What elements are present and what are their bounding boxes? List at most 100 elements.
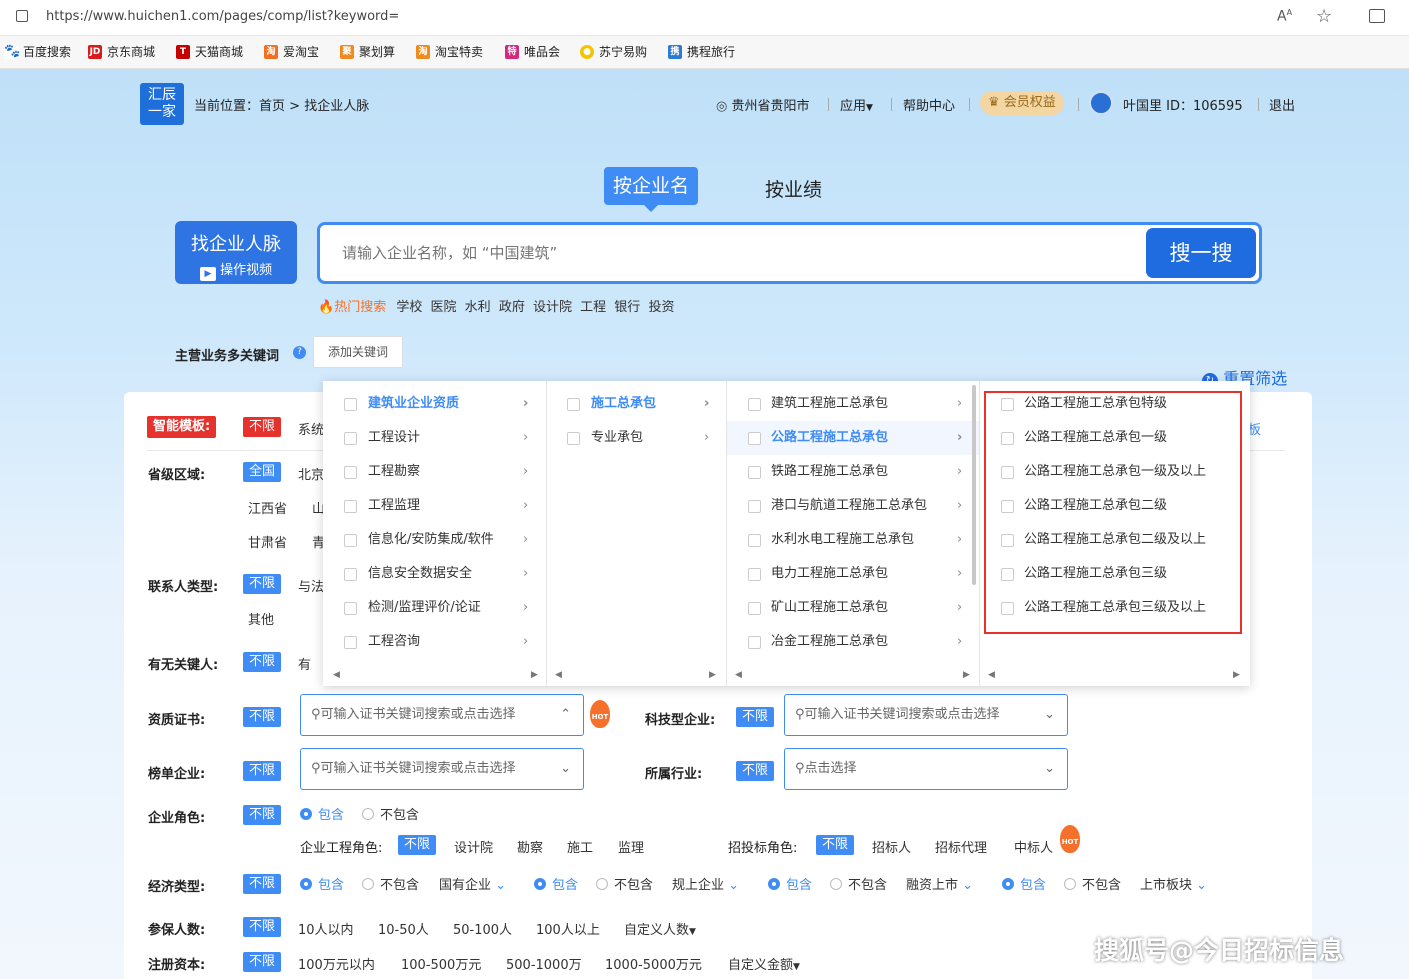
cascade-item[interactable]: 工程咨询 ›: [323, 625, 546, 659]
bid-role-option[interactable]: 招标人: [872, 837, 911, 856]
template-unlimited[interactable]: 不限: [243, 417, 282, 437]
vip-benefits-button[interactable]: ♛ 会员权益: [980, 91, 1064, 115]
cascade-item[interactable]: 信息安全数据安全 ›: [323, 557, 546, 591]
econ-unlimited[interactable]: 不限: [243, 874, 282, 894]
contact-type-unlimited[interactable]: 不限: [243, 574, 282, 594]
tutorial-video-link[interactable]: ▶ 操作视频: [175, 259, 297, 281]
insured-option[interactable]: 10人以内: [298, 919, 354, 938]
scroll-right-icon[interactable]: ▶: [1233, 670, 1240, 680]
bookmark-jd[interactable]: JD 京东商城: [88, 43, 155, 60]
key-person-unlimited[interactable]: 不限: [243, 652, 282, 672]
hot-search-item[interactable]: 水利: [465, 300, 491, 315]
cascade-item[interactable]: 矿山工程施工总承包 ›: [727, 591, 979, 625]
insured-option[interactable]: 10-50人: [378, 919, 429, 938]
bookmark-juhuasuan[interactable]: 聚聚划算: [340, 43, 395, 60]
bookmark-taobao-sale[interactable]: 淘淘宝特卖: [416, 43, 483, 60]
econ-include-radio[interactable]: 包含: [534, 874, 578, 893]
econ-select[interactable]: 融资上市 ⌄: [906, 874, 973, 893]
hot-search-item[interactable]: 政府: [499, 300, 525, 315]
scroll-right-icon[interactable]: ▶: [963, 670, 970, 680]
cascade-item[interactable]: 电力工程施工总承包 ›: [727, 557, 979, 591]
cascade-item[interactable]: 公路工程施工总承包 ›: [727, 421, 979, 455]
cascade-item[interactable]: 专业承包 ›: [547, 421, 726, 455]
bid-role-option[interactable]: 中标人: [1014, 837, 1053, 856]
econ-select[interactable]: 规上企业 ⌄: [672, 874, 739, 893]
breadcrumb-home[interactable]: 首页: [259, 99, 285, 114]
rank-select[interactable]: ⚲可输入证书关键词搜索或点击选择 ⌄: [300, 748, 584, 790]
template-system[interactable]: 系统: [298, 419, 324, 438]
econ-exclude-radio[interactable]: 不包含: [1064, 874, 1121, 893]
search-button[interactable]: 搜一搜: [1146, 228, 1256, 278]
cascade-item[interactable]: 工程监理 ›: [323, 489, 546, 523]
capital-option[interactable]: 1000-5000万元: [605, 954, 702, 973]
key-person-has[interactable]: 有: [298, 654, 311, 673]
econ-include-radio[interactable]: 包含: [768, 874, 812, 893]
bid-role-option[interactable]: 招标代理: [935, 837, 987, 856]
hot-search-item[interactable]: 银行: [614, 300, 640, 315]
tech-select[interactable]: ⚲可输入证书关键词搜索或点击选择 ⌄: [784, 694, 1068, 736]
tab-by-company-name[interactable]: 按企业名: [604, 167, 698, 205]
avatar[interactable]: [1089, 91, 1113, 115]
eng-role-option[interactable]: 设计院: [454, 837, 493, 856]
insured-option[interactable]: 50-100人: [453, 919, 512, 938]
province-all[interactable]: 全国: [243, 462, 282, 482]
econ-select[interactable]: 上市板块 ⌄: [1140, 874, 1207, 893]
cascade-item[interactable]: 工程设计 ›: [323, 421, 546, 455]
hot-search-item[interactable]: 医院: [431, 300, 457, 315]
industry-unlimited[interactable]: 不限: [736, 761, 775, 781]
bookmark-ctrip[interactable]: 携携程旅行: [668, 43, 735, 60]
econ-exclude-radio[interactable]: 不包含: [830, 874, 887, 893]
tab-by-performance[interactable]: 按业绩: [765, 175, 822, 202]
insured-option[interactable]: 100人以上: [536, 919, 600, 938]
search-input[interactable]: [342, 241, 1122, 265]
read-aloud-icon[interactable]: AA: [1277, 8, 1292, 25]
cascade-item[interactable]: 信息化/安防集成/软件 ›: [323, 523, 546, 557]
rank-unlimited[interactable]: 不限: [243, 761, 282, 781]
cascade-item[interactable]: 冶金工程施工总承包 ›: [727, 625, 979, 659]
bookmark-tmall[interactable]: T 天猫商城: [176, 43, 243, 60]
contact-type-option[interactable]: 与法: [298, 576, 324, 595]
hot-search-item[interactable]: 工程: [580, 300, 606, 315]
scroll-left-icon[interactable]: ◀: [555, 670, 562, 680]
econ-include-radio[interactable]: 包含: [1002, 874, 1046, 893]
cascade-item[interactable]: 港口与航道工程施工总承包 ›: [727, 489, 979, 523]
scroll-right-icon[interactable]: ▶: [531, 670, 538, 680]
eng-role-unlimited[interactable]: 不限: [398, 835, 437, 855]
cascade-item[interactable]: 检测/监理评价/论证 ›: [323, 591, 546, 625]
capital-unlimited[interactable]: 不限: [243, 952, 282, 972]
role-unlimited[interactable]: 不限: [243, 805, 282, 825]
find-contacts-panel[interactable]: 找企业人脉 ▶ 操作视频: [175, 221, 297, 284]
econ-include-radio[interactable]: 包含: [300, 874, 344, 893]
econ-exclude-radio[interactable]: 不包含: [362, 874, 419, 893]
bid-role-unlimited[interactable]: 不限: [816, 835, 855, 855]
help-icon[interactable]: ?: [293, 346, 306, 359]
econ-select[interactable]: 国有企业 ⌄: [439, 874, 506, 893]
capital-option[interactable]: 100万元以内: [298, 954, 375, 973]
province-option[interactable]: 北京: [298, 464, 324, 483]
cascade-item[interactable]: 建筑业企业资质 ›: [323, 387, 546, 421]
province-option[interactable]: 江西省: [248, 498, 287, 517]
cascade-item[interactable]: 水利水电工程施工总承包 ›: [727, 523, 979, 557]
apps-menu[interactable]: 应用▼: [840, 95, 873, 114]
insured-custom[interactable]: 自定义人数▼: [624, 919, 696, 938]
tech-unlimited[interactable]: 不限: [736, 707, 775, 727]
cascade-item[interactable]: 建筑工程施工总承包 ›: [727, 387, 979, 421]
scroll-right-icon[interactable]: ▶: [709, 670, 716, 680]
url-text[interactable]: https://www.huichen1.com/pages/comp/list…: [46, 9, 399, 24]
capital-option[interactable]: 100-500万元: [401, 954, 481, 973]
scrollbar[interactable]: [972, 385, 976, 585]
help-center-link[interactable]: 帮助中心: [903, 95, 955, 114]
cert-select[interactable]: ⚲可输入证书关键词搜索或点击选择 ⌃: [300, 694, 584, 736]
role-exclude-radio[interactable]: 不包含: [362, 804, 419, 823]
econ-exclude-radio[interactable]: 不包含: [596, 874, 653, 893]
cert-unlimited[interactable]: 不限: [243, 707, 282, 727]
capital-option[interactable]: 500-1000万: [506, 954, 582, 973]
cascade-item[interactable]: 铁路工程施工总承包 ›: [727, 455, 979, 489]
scroll-left-icon[interactable]: ◀: [735, 670, 742, 680]
hot-search-item[interactable]: 学校: [396, 300, 422, 315]
bookmark-vip[interactable]: 特唯品会: [505, 43, 560, 60]
hot-search-item[interactable]: 投资: [648, 300, 674, 315]
scroll-left-icon[interactable]: ◀: [333, 670, 340, 680]
bookmark-baidu[interactable]: 🐾 百度搜索: [4, 43, 71, 60]
scroll-left-icon[interactable]: ◀: [988, 670, 995, 680]
